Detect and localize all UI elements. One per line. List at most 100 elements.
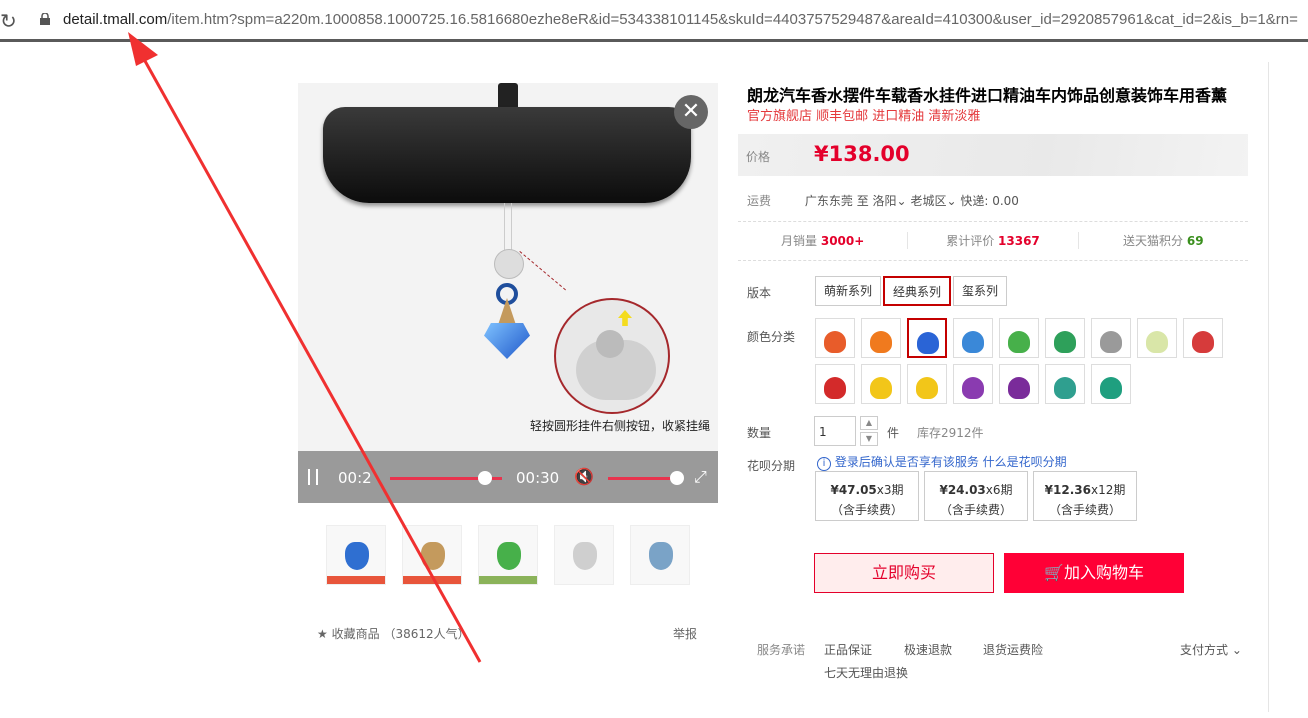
price-value: ¥138.00 bbox=[814, 142, 910, 166]
huabei-notice: i 登录后确认是否享有该服务 什么是花呗分期 bbox=[817, 453, 1067, 471]
add-to-cart-button[interactable]: 🛒加入购物车 bbox=[1004, 553, 1184, 593]
version-option-2[interactable]: 经典系列 bbox=[883, 276, 952, 306]
quantity-input[interactable]: 1 bbox=[814, 416, 856, 446]
quantity-unit: 件 bbox=[887, 426, 900, 440]
url-text[interactable]: detail.tmall.com/item.htm?spm=a220m.1000… bbox=[63, 11, 1298, 28]
product-title: 朗龙汽车香水摆件车载香水挂件进口精油车内饰品创意装饰车用香薰 bbox=[747, 86, 1228, 105]
time-total: 00:30 bbox=[516, 469, 560, 487]
swatch-bottle bbox=[916, 377, 938, 399]
color-swatch[interactable] bbox=[907, 318, 947, 358]
version-option-1[interactable]: 萌新系列 bbox=[815, 276, 882, 306]
color-swatch[interactable] bbox=[1137, 318, 1177, 358]
swatch-bottle bbox=[1054, 331, 1076, 353]
stat-points: 送天猫积分 69 bbox=[1077, 232, 1248, 249]
thumbnail-strip bbox=[326, 525, 690, 585]
swatch-bottle bbox=[870, 331, 892, 353]
service-1[interactable]: 正品保证 bbox=[824, 641, 872, 658]
stock-count: 库存2912件 bbox=[917, 426, 984, 440]
color-swatch[interactable] bbox=[1091, 364, 1131, 404]
pause-icon[interactable] bbox=[308, 469, 318, 485]
stat-monthly-sales: 月销量 3000+ bbox=[781, 234, 865, 248]
quantity-up-icon[interactable]: ▲ bbox=[860, 416, 878, 430]
swatch-bottle bbox=[1100, 377, 1122, 399]
fullscreen-icon[interactable]: ⤢ bbox=[694, 467, 707, 487]
version-label: 版本 bbox=[747, 286, 772, 300]
rearview-mirror-image bbox=[323, 107, 691, 203]
color-swatch[interactable] bbox=[1091, 318, 1131, 358]
time-current: 00:2 bbox=[338, 469, 372, 487]
swatch-bottle bbox=[962, 331, 984, 353]
thumbnail-4[interactable] bbox=[554, 525, 614, 585]
sales-stats: 月销量 3000+ 累计评价 13367 送天猫积分 69 bbox=[738, 232, 1248, 249]
color-swatch[interactable] bbox=[999, 364, 1039, 404]
color-swatch[interactable] bbox=[1183, 318, 1223, 358]
shipping-row: 运费 广东东莞 至 洛阳⌄ 老城区⌄ 快递: 0.00 bbox=[747, 194, 1019, 208]
service-4[interactable]: 七天无理由退换 bbox=[824, 664, 908, 681]
thumbnail-1[interactable] bbox=[326, 525, 386, 585]
favorite-button[interactable]: ★ 收藏商品 （38612人气） bbox=[317, 625, 470, 642]
pendant-button bbox=[596, 330, 624, 358]
arrow-up-icon bbox=[618, 310, 632, 326]
volume-thumb[interactable] bbox=[670, 471, 684, 485]
color-swatch[interactable] bbox=[861, 364, 901, 404]
reload-icon[interactable]: ↻ bbox=[0, 9, 17, 33]
swatch-bottle bbox=[1008, 331, 1030, 353]
color-swatch[interactable] bbox=[1045, 364, 1085, 404]
buy-now-button[interactable]: 立即购买 bbox=[814, 553, 994, 593]
installment-3[interactable]: ¥47.05x3期 （含手续费） bbox=[815, 471, 919, 521]
thumbnail-5[interactable] bbox=[630, 525, 690, 585]
swatch-bottle bbox=[1100, 331, 1122, 353]
lock-icon bbox=[40, 13, 50, 25]
color-swatch[interactable] bbox=[953, 364, 993, 404]
cart-icon: 🛒 bbox=[1044, 563, 1064, 582]
swatch-bottle bbox=[1192, 331, 1214, 353]
color-swatch[interactable] bbox=[1045, 318, 1085, 358]
installment-6[interactable]: ¥24.03x6期 （含手续费） bbox=[924, 471, 1028, 521]
installment-12[interactable]: ¥12.36x12期 （含手续费） bbox=[1033, 471, 1137, 521]
color-swatch[interactable] bbox=[815, 318, 855, 358]
product-subtitle: 官方旗舰店 顺丰包邮 进口精油 清新淡雅 bbox=[747, 109, 981, 124]
huabei-label: 花呗分期 bbox=[747, 459, 796, 473]
swatch-bottle bbox=[870, 377, 892, 399]
product-video[interactable]: 轻按圆形挂件右侧按钮，收紧挂绳 ✕ 00:2 00:30 🔇 ⤢ bbox=[298, 83, 718, 503]
price-label: 价格 bbox=[746, 150, 771, 164]
info-icon: i bbox=[817, 457, 831, 471]
report-link[interactable]: 举报 bbox=[673, 625, 697, 642]
service-3[interactable]: 退货运费险 bbox=[983, 641, 1043, 658]
star-icon: ★ bbox=[317, 627, 328, 641]
thumbnail-2[interactable] bbox=[402, 525, 462, 585]
page-divider bbox=[1268, 62, 1269, 712]
video-controls: 00:2 00:30 🔇 ⤢ bbox=[298, 451, 718, 503]
price-panel: 价格 ¥138.00 bbox=[738, 134, 1248, 176]
close-icon[interactable]: ✕ bbox=[674, 95, 708, 129]
swatch-bottle bbox=[1146, 331, 1168, 353]
swatch-bottle bbox=[824, 377, 846, 399]
huabei-help-link[interactable]: 什么是花呗分期 bbox=[983, 455, 1067, 469]
volume-bar[interactable] bbox=[608, 477, 676, 480]
version-option-3[interactable]: 玺系列 bbox=[953, 276, 1008, 306]
service-label: 服务承诺 bbox=[757, 643, 806, 657]
city-dropdown[interactable]: 洛阳⌄ bbox=[873, 194, 907, 208]
swatch-bottle bbox=[824, 331, 846, 353]
color-swatch[interactable] bbox=[953, 318, 993, 358]
swatch-bottle bbox=[917, 332, 939, 354]
color-swatch[interactable] bbox=[999, 318, 1039, 358]
mute-icon[interactable]: 🔇 bbox=[574, 467, 594, 486]
color-swatch[interactable] bbox=[815, 364, 855, 404]
quantity-label: 数量 bbox=[747, 426, 772, 440]
address-bar: ↻ detail.tmall.com/item.htm?spm=a220m.10… bbox=[0, 0, 1308, 42]
district-dropdown[interactable]: 老城区⌄ bbox=[910, 194, 956, 208]
stat-reviews[interactable]: 累计评价 13367 bbox=[907, 232, 1077, 249]
progress-thumb[interactable] bbox=[478, 471, 492, 485]
thumbnail-3[interactable] bbox=[478, 525, 538, 585]
swatch-bottle bbox=[1054, 377, 1076, 399]
swatch-bottle bbox=[1008, 377, 1030, 399]
video-caption: 轻按圆形挂件右侧按钮，收紧挂绳 bbox=[530, 419, 711, 433]
zoom-callout bbox=[554, 298, 670, 414]
service-2[interactable]: 极速退款 bbox=[904, 641, 952, 658]
swatch-bottle bbox=[962, 377, 984, 399]
payment-dropdown[interactable]: 支付方式 ⌄ bbox=[1180, 641, 1242, 658]
quantity-down-icon[interactable]: ▼ bbox=[860, 432, 878, 446]
color-swatch[interactable] bbox=[861, 318, 901, 358]
color-swatch[interactable] bbox=[907, 364, 947, 404]
